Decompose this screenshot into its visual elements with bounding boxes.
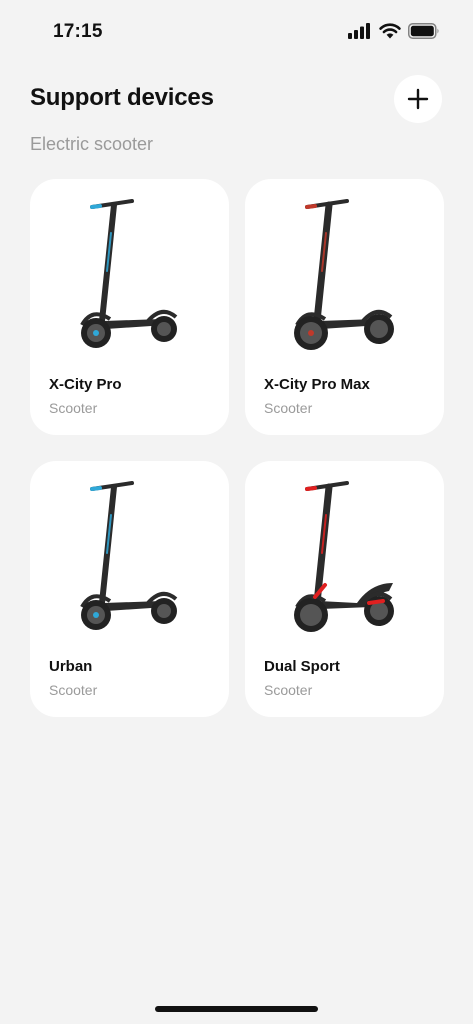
device-type: Scooter <box>49 682 98 698</box>
scooter-image <box>70 193 190 361</box>
device-name: X-City Pro Max <box>264 376 370 393</box>
cellular-signal-icon <box>348 23 370 39</box>
device-name: Urban <box>49 658 93 675</box>
battery-icon <box>408 23 439 39</box>
device-card[interactable]: Dual Sport Scooter <box>245 461 444 717</box>
device-type: Scooter <box>264 682 313 698</box>
status-time: 17:15 <box>53 21 103 42</box>
wifi-icon <box>379 23 401 39</box>
scooter-image <box>285 193 405 361</box>
device-name: Dual Sport <box>264 658 340 675</box>
device-type: Scooter <box>264 400 313 416</box>
add-device-button[interactable] <box>394 75 442 123</box>
scooter-image <box>70 475 190 643</box>
plus-icon <box>407 88 429 110</box>
device-card[interactable]: X-City Pro Max Scooter <box>245 179 444 435</box>
home-indicator[interactable] <box>155 1006 318 1012</box>
device-grid: X-City Pro Scooter X-City Pro Max Scoote… <box>30 179 444 717</box>
status-icons <box>348 23 440 39</box>
device-card[interactable]: X-City Pro Scooter <box>30 179 229 435</box>
page-title: Support devices <box>30 84 214 111</box>
device-name: X-City Pro <box>49 376 122 393</box>
section-label: Electric scooter <box>30 134 154 154</box>
scooter-image <box>285 475 405 643</box>
device-type: Scooter <box>49 400 98 416</box>
device-card[interactable]: Urban Scooter <box>30 461 229 717</box>
status-bar: 17:15 <box>0 0 473 60</box>
